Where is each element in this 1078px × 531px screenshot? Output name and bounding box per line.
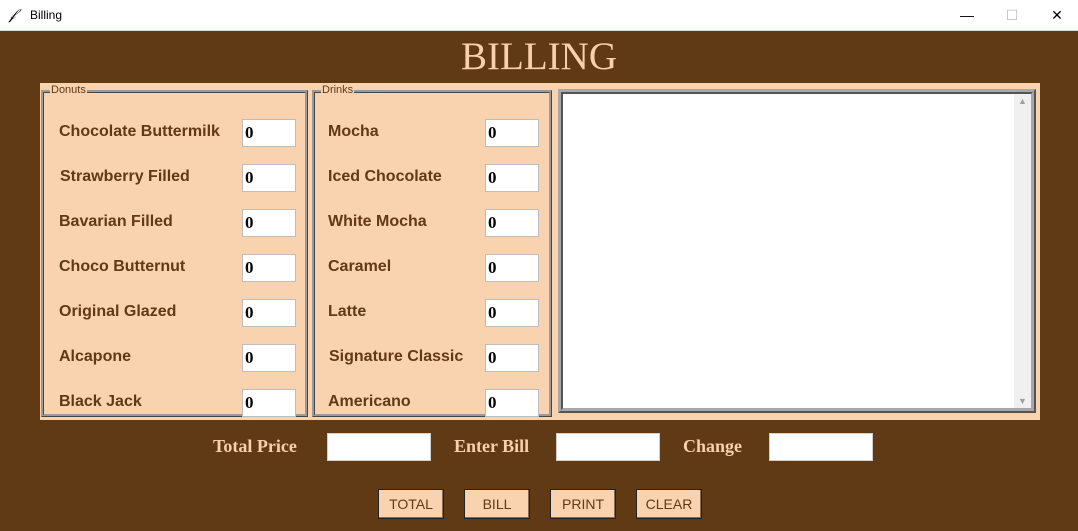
drink-qty-input[interactable]: 0: [485, 389, 539, 417]
receipt-textarea[interactable]: ▲ ▼: [558, 89, 1036, 413]
drink-qty-input[interactable]: 0: [485, 344, 539, 372]
donut-label: Black Jack: [59, 393, 142, 410]
change-input[interactable]: [769, 433, 873, 461]
drink-label: Latte: [328, 303, 367, 320]
clear-button[interactable]: CLEAR: [636, 489, 702, 519]
title-bar: 𝒻 Billing — ☐ ✕: [0, 0, 1078, 31]
drinks-group: Drinks Mocha 0 Iced Chocolate 0 White Mo…: [312, 84, 552, 417]
donut-label: Bavarian Filled: [59, 213, 173, 230]
scroll-down-icon[interactable]: ▼: [1014, 396, 1031, 406]
enter-bill-label: Enter Bill: [454, 436, 530, 456]
maximize-button[interactable]: ☐: [989, 0, 1035, 30]
bill-button[interactable]: BILL: [464, 489, 530, 519]
page-title: BILLING: [461, 35, 617, 78]
donut-label: Choco Butternut: [59, 258, 186, 275]
close-button[interactable]: ✕: [1034, 0, 1078, 30]
total-price-label: Total Price: [213, 436, 297, 456]
donut-qty-input[interactable]: 0: [242, 254, 296, 282]
donut-qty-input[interactable]: 0: [242, 164, 296, 192]
feather-icon: 𝒻: [9, 6, 16, 23]
drinks-group-label: Drinks: [321, 84, 355, 96]
print-button[interactable]: PRINT: [550, 489, 616, 519]
drink-label: White Mocha: [328, 213, 427, 230]
donut-qty-input[interactable]: 0: [242, 389, 296, 417]
donuts-group: Donuts Chocolate Buttermilk 0 Strawberry…: [41, 84, 308, 417]
donut-qty-input[interactable]: 0: [242, 119, 296, 147]
donut-label: Original Glazed: [59, 303, 177, 320]
scroll-up-icon[interactable]: ▲: [1014, 96, 1031, 106]
donut-label: Alcapone: [59, 348, 132, 365]
donuts-group-label: Donuts: [50, 84, 87, 96]
drink-qty-input[interactable]: 0: [485, 254, 539, 282]
enter-bill-input[interactable]: [556, 433, 660, 461]
order-frame: Donuts Chocolate Buttermilk 0 Strawberry…: [40, 83, 1040, 420]
donut-label: Strawberry Filled: [60, 168, 190, 185]
drink-label: Signature Classic: [329, 348, 464, 365]
total-button[interactable]: TOTAL: [378, 489, 444, 519]
receipt-scrollbar[interactable]: ▲ ▼: [1014, 94, 1031, 408]
minimize-button[interactable]: —: [944, 0, 990, 30]
drink-qty-input[interactable]: 0: [485, 119, 539, 147]
change-label: Change: [683, 436, 743, 456]
donut-qty-input[interactable]: 0: [242, 209, 296, 237]
drink-label: Americano: [328, 393, 411, 410]
drink-qty-input[interactable]: 0: [485, 299, 539, 327]
drink-label: Mocha: [328, 123, 379, 140]
drink-label: Caramel: [328, 258, 392, 275]
window-title: Billing: [30, 8, 63, 22]
donut-qty-input[interactable]: 0: [242, 299, 296, 327]
drink-qty-input[interactable]: 0: [485, 209, 539, 237]
donut-label: Chocolate Buttermilk: [59, 123, 220, 140]
donut-qty-input[interactable]: 0: [242, 344, 296, 372]
total-price-input[interactable]: [327, 433, 431, 461]
drink-label: Iced Chocolate: [328, 168, 442, 185]
drink-qty-input[interactable]: 0: [485, 164, 539, 192]
